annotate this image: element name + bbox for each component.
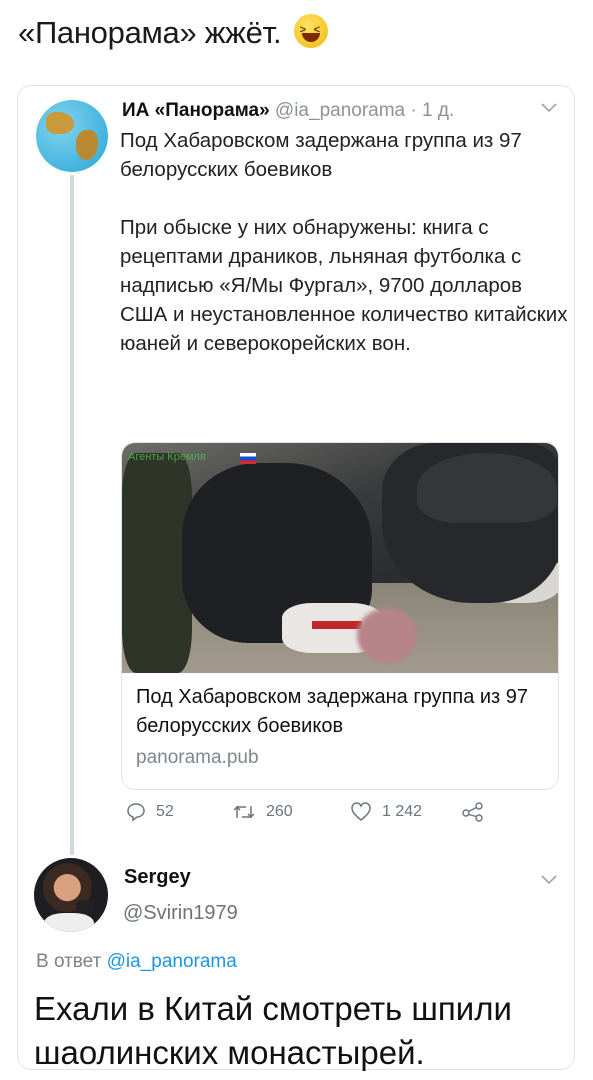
- tweet-handle[interactable]: @ia_panorama: [275, 100, 405, 121]
- reply-to-line: В ответ @ia_panorama: [36, 951, 237, 973]
- laughing-emoji-icon: > <: [293, 14, 328, 48]
- image-watermark: Агенты Кремля: [128, 451, 206, 463]
- tweet-separator: ·: [410, 100, 417, 121]
- post-title-text: «Панорама» жжёт.: [18, 15, 282, 50]
- reply-menu-chevron-down-icon[interactable]: [541, 872, 557, 888]
- link-preview-image: Агенты Кремля: [122, 443, 558, 673]
- link-preview-domain: panorama.pub: [136, 747, 259, 768]
- sergey-avatar[interactable]: [34, 858, 108, 932]
- reply-action[interactable]: 52: [126, 802, 174, 822]
- share-action[interactable]: [462, 802, 484, 822]
- retweet-action[interactable]: 260: [232, 802, 293, 822]
- reply-to-mention-link[interactable]: @ia_panorama: [107, 951, 237, 972]
- link-preview-card[interactable]: Агенты Кремля Под Хабаровском задержана …: [121, 442, 559, 790]
- russian-flag-icon: [240, 453, 256, 464]
- retweet-count: 260: [266, 803, 293, 820]
- post-title: «Панорама» жжёт. > <: [18, 14, 328, 51]
- reply-author-handle[interactable]: @Svirin1979: [123, 902, 238, 925]
- reply-to-prefix: В ответ: [36, 951, 102, 972]
- like-action[interactable]: 1 242: [350, 802, 422, 822]
- tweet-time[interactable]: 1 д.: [422, 100, 454, 121]
- panorama-avatar[interactable]: [36, 100, 108, 172]
- link-preview-title: Под Хабаровском задержана группа из 97 б…: [136, 686, 529, 737]
- heart-icon: [351, 802, 371, 821]
- tweet-paragraph-1: Под Хабаровском задержана группа из 97 б…: [120, 129, 522, 181]
- thread-connector-line: [70, 175, 74, 855]
- like-count: 1 242: [382, 803, 423, 820]
- reply-author-name[interactable]: Sergey: [124, 866, 191, 889]
- tweet-text: Под Хабаровском задержана группа из 97 б…: [120, 126, 570, 358]
- reply-count: 52: [156, 803, 174, 820]
- share-icon: [462, 802, 483, 822]
- tweet-header: ИА «Панорама» @ia_panorama · 1 д.: [122, 100, 454, 122]
- tweet-author-name[interactable]: ИА «Панорама»: [122, 100, 270, 121]
- tweet-paragraph-2: При обыске у них обнаружены: книга с рец…: [120, 216, 568, 355]
- retweet-icon: [233, 805, 255, 819]
- reply-icon: [127, 803, 145, 822]
- reply-text: Ехали в Китай смотреть шпили шаолинских …: [34, 990, 512, 1071]
- tweet-menu-chevron-down-icon[interactable]: [541, 100, 557, 116]
